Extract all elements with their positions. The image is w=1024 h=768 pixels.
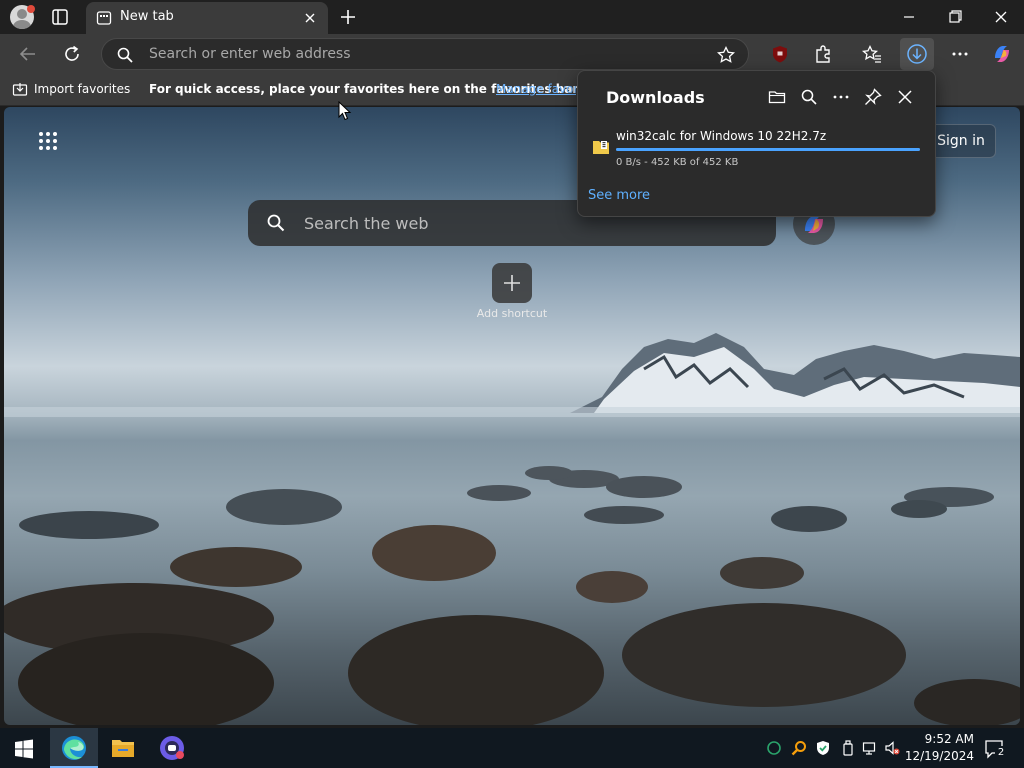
downloads-panel: Downloads win32calc for Windows 10 22H2.… [577, 70, 936, 217]
plus-icon [504, 275, 520, 291]
apps-grid-icon[interactable] [38, 131, 58, 151]
app-icon [160, 736, 184, 760]
ublock-icon[interactable] [768, 42, 792, 66]
import-favorites-button[interactable]: Import favorites [34, 82, 130, 96]
see-more-link[interactable]: See more [588, 188, 650, 203]
pin-icon[interactable] [863, 87, 883, 107]
new-tab-button[interactable] [338, 7, 358, 27]
import-favorites-icon[interactable] [12, 82, 28, 98]
zip-file-icon [592, 139, 610, 155]
copilot-icon[interactable] [990, 42, 1014, 66]
search-icon [116, 46, 134, 64]
tab-actions-icon[interactable] [48, 7, 72, 27]
security-shield-icon[interactable] [815, 740, 831, 756]
edge-icon [62, 736, 86, 760]
tray-search-tool-icon[interactable] [791, 740, 807, 756]
volume-muted-icon[interactable] [884, 740, 900, 756]
tray-status-icon[interactable] [766, 740, 782, 756]
windows-start-icon[interactable] [14, 739, 34, 759]
search-icon [266, 213, 286, 233]
mouse-pointer [338, 101, 352, 121]
clock-time[interactable]: 9:52 AM [904, 732, 974, 746]
back-button[interactable] [18, 44, 38, 64]
tab-title: New tab [120, 9, 174, 24]
title-bar: New tab [0, 0, 1024, 34]
download-status: 0 B/s - 452 KB of 452 KB [616, 157, 739, 168]
file-explorer-icon [112, 740, 134, 757]
newtab-page-icon [96, 10, 112, 26]
minimize-button[interactable] [897, 6, 921, 28]
close-window-button[interactable] [989, 6, 1013, 28]
notification-count: 2 [995, 746, 1007, 759]
download-progress-fill [616, 148, 920, 151]
web-search-input[interactable]: Search the web [304, 214, 428, 233]
more-icon[interactable] [831, 87, 851, 107]
taskbar: 9:52 AM 12/19/2024 2 [0, 728, 1024, 768]
close-icon[interactable] [302, 10, 318, 26]
plus-icon [341, 10, 355, 24]
star-add-icon[interactable] [716, 45, 736, 65]
taskbar-edge[interactable] [50, 728, 98, 768]
search-icon[interactable] [799, 87, 819, 107]
restore-icon [949, 10, 962, 23]
downloads-button[interactable] [900, 38, 934, 70]
close-icon [995, 11, 1007, 23]
folder-icon[interactable] [767, 87, 787, 107]
downloads-title: Downloads [606, 88, 705, 107]
minimize-icon [904, 16, 914, 18]
close-icon[interactable] [895, 87, 915, 107]
add-shortcut-label: Add shortcut [476, 307, 548, 320]
add-shortcut-button[interactable] [492, 263, 532, 303]
refresh-icon [65, 45, 79, 61]
removable-drive-icon[interactable] [840, 740, 856, 756]
download-filename[interactable]: win32calc for Windows 10 22H2.7z [616, 129, 826, 143]
navigation-toolbar: Search or enter web address [0, 34, 1024, 74]
favorites-icon[interactable] [860, 42, 884, 66]
extensions-icon[interactable] [811, 42, 835, 66]
manage-favorites-link[interactable]: Manage favorites now [496, 82, 576, 96]
address-bar[interactable]: Search or enter web address [101, 38, 749, 70]
download-icon [907, 44, 927, 64]
profile-status-badge [27, 5, 35, 13]
address-input[interactable]: Search or enter web address [149, 46, 351, 62]
more-icon[interactable] [948, 42, 972, 66]
taskbar-file-explorer[interactable] [99, 728, 147, 768]
restore-button[interactable] [943, 6, 967, 28]
refresh-button[interactable] [62, 44, 82, 64]
clock-date[interactable]: 12/19/2024 [900, 749, 974, 763]
download-progress-bar [616, 148, 920, 151]
taskbar-app[interactable] [148, 728, 196, 768]
notification-icon[interactable]: 2 [983, 738, 1007, 760]
network-icon[interactable] [862, 740, 878, 756]
back-arrow-icon [19, 47, 35, 61]
tab-new-tab[interactable]: New tab [86, 2, 328, 34]
